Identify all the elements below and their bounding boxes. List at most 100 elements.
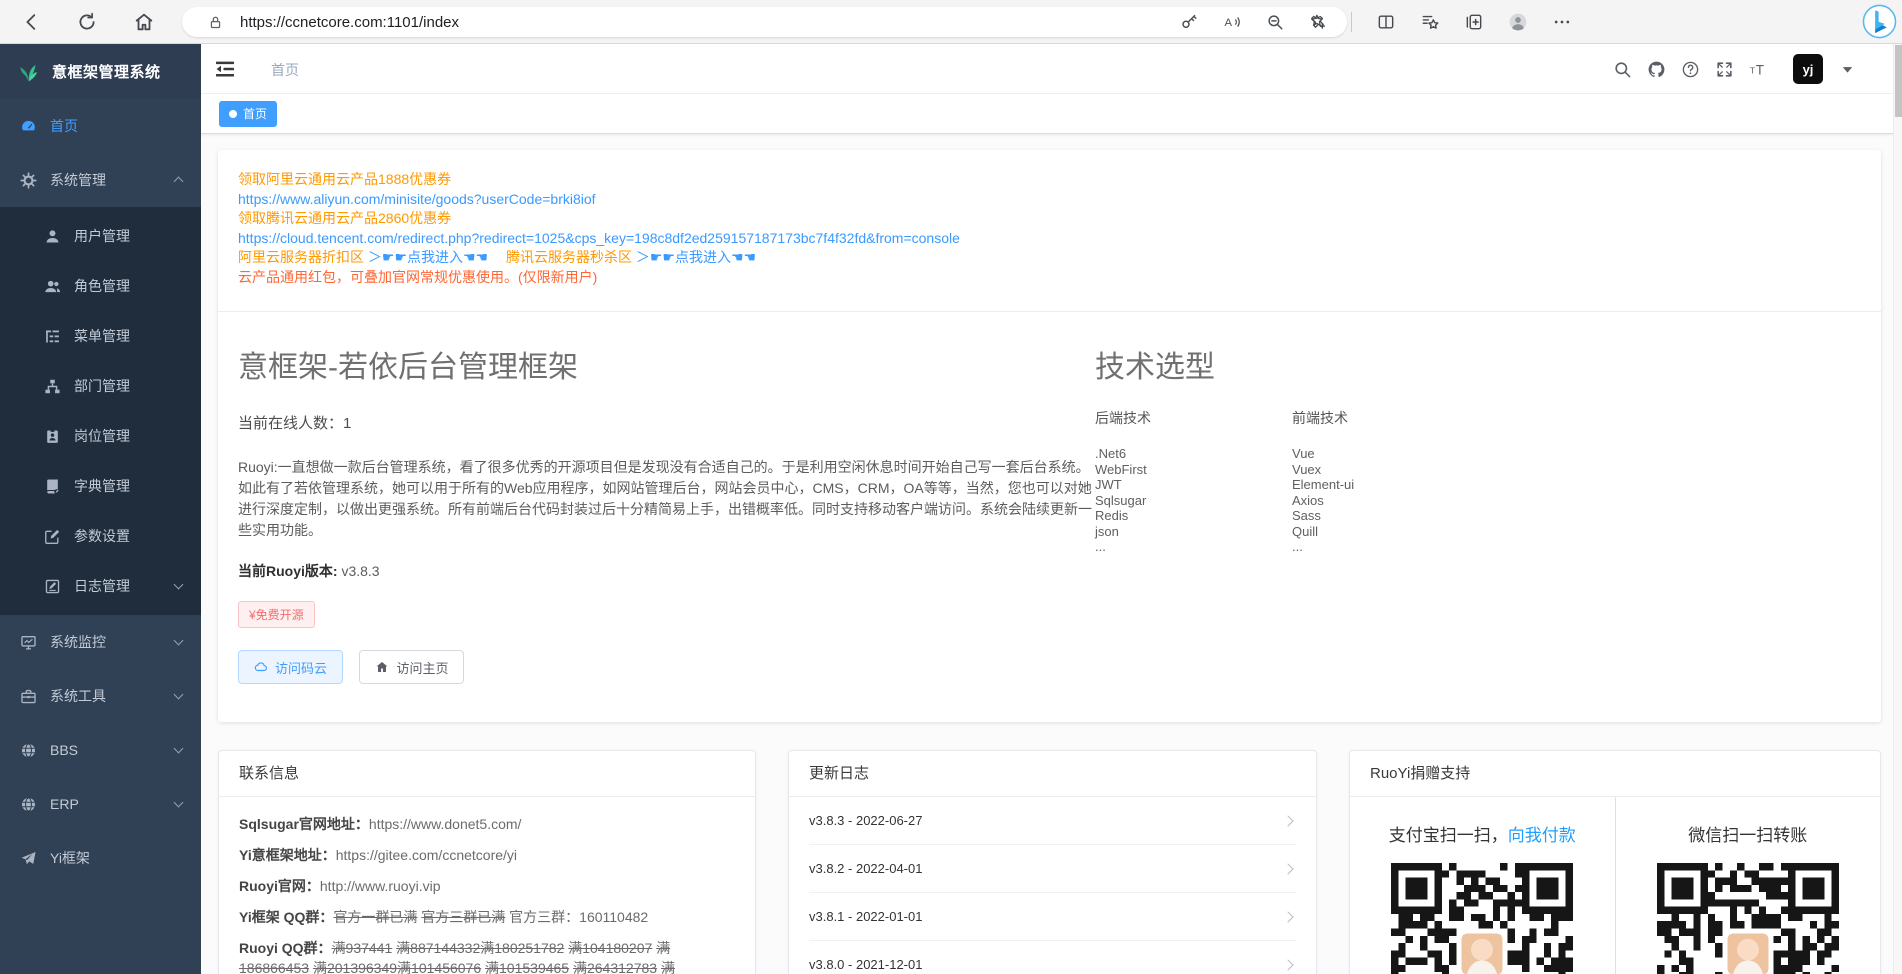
chevron-down-icon (174, 798, 184, 808)
visit-gitee-label: 访问码云 (275, 658, 327, 677)
sidebar-item-param-settings[interactable]: 参数设置 (0, 511, 201, 561)
key-icon[interactable] (1180, 13, 1198, 31)
sidebar: 意框架管理系统 首页系统管理用户管理角色管理菜单管理部门管理岗位管理字典管理参数… (0, 44, 201, 974)
sidebar-fold-icon[interactable] (213, 57, 237, 81)
sidebar-item-system-tools[interactable]: 系统工具 (0, 669, 201, 723)
contact-row: Sqlsugar官网地址：https://www.donet5.com/ (239, 814, 735, 834)
wechat-panel: 微信扫一扫转账 (1616, 797, 1881, 974)
alipay-title-prefix: 支付宝扫一扫， (1389, 826, 1508, 845)
alipay-qr-code (1391, 863, 1573, 974)
svg-text:A: A (1225, 17, 1233, 29)
notice-link[interactable]: ＞☛☛点我进入☚☚ (636, 249, 756, 265)
tab-home[interactable]: 首页 (219, 101, 277, 127)
read-aloud-icon[interactable]: A (1223, 13, 1241, 31)
contact-value: http://www.ruoyi.vip (320, 878, 441, 894)
edit-icon (44, 528, 61, 545)
user-avatar[interactable]: yj (1793, 54, 1823, 84)
visit-gitee-button[interactable]: 访问码云 (238, 650, 343, 684)
sidebar-item-label: 角色管理 (74, 276, 130, 296)
sidebar-item-menu-manage[interactable]: 菜单管理 (0, 311, 201, 361)
version-value: v3.8.3 (341, 563, 379, 579)
contact-value: https://www.donet5.com/ (369, 816, 522, 832)
lock-icon[interactable] (208, 15, 223, 30)
notice-link[interactable]: ＞☛☛点我进入☚☚ (368, 249, 488, 265)
extensions-icon[interactable] (1307, 12, 1327, 32)
backend-tech-column: 后端技术 .Net6WebFirstJWTSqlsugarRedisjson..… (1095, 408, 1292, 555)
sidebar-item-post-manage[interactable]: 岗位管理 (0, 411, 201, 461)
collections-icon[interactable] (1464, 12, 1484, 32)
contact-value: 官方三群：160110482 (505, 909, 648, 925)
alipay-pay-link[interactable]: 向我付款 (1508, 826, 1576, 845)
backend-tech-item: .Net6 (1095, 446, 1292, 462)
page-content: 领取阿里云通用云产品1888优惠券https://www.aliyun.com/… (201, 134, 1893, 974)
alipay-title: 支付宝扫一扫，向我付款 (1350, 821, 1615, 846)
changelog-row[interactable]: v3.8.0 - 2021-12-01 (809, 941, 1296, 974)
sidebar-item-user-manage[interactable]: 用户管理 (0, 211, 201, 261)
alipay-panel: 支付宝扫一扫，向我付款 (1350, 797, 1616, 974)
browser-home-icon[interactable] (133, 11, 155, 33)
sidebar-item-system-manage[interactable]: 系统管理 (0, 153, 201, 207)
changelog-row[interactable]: v3.8.1 - 2022-01-01 (809, 893, 1296, 941)
browser-scrollbar[interactable] (1893, 44, 1902, 974)
breadcrumb[interactable]: 首页 (271, 60, 299, 80)
frontend-tech-item: Element-ui (1292, 477, 1354, 493)
sidebar-item-label: 岗位管理 (74, 426, 130, 446)
address-bar[interactable]: https://ccnetcore.com:1101/index A (182, 7, 1347, 37)
changelog-row[interactable]: v3.8.3 - 2022-06-27 (809, 797, 1296, 845)
notice-line[interactable]: https://www.aliyun.com/minisite/goods?us… (238, 190, 1851, 210)
sidebar-item-role-manage[interactable]: 角色管理 (0, 261, 201, 311)
sidebar-item-yi-framework[interactable]: Yi框架 (0, 831, 201, 885)
notice-line[interactable]: https://cloud.tencent.com/redirect.php?r… (238, 229, 1851, 249)
app-header: 首页 TT yj (201, 44, 1893, 94)
frontend-tech-item: ... (1292, 539, 1354, 555)
contact-value-struck: 满101456076 (397, 960, 481, 974)
visit-homepage-button[interactable]: 访问主页 (359, 650, 464, 684)
hero-buttons: 访问码云 访问主页 (238, 650, 1841, 684)
zoom-out-icon[interactable] (1266, 13, 1284, 31)
app-logo[interactable]: 意框架管理系统 (0, 44, 201, 99)
favorites-icon[interactable] (1420, 12, 1440, 32)
browser-refresh-icon[interactable] (76, 11, 98, 33)
search-icon[interactable] (1613, 60, 1632, 79)
notice-line: 领取腾讯云通用云产品2860优惠券 (238, 209, 1851, 229)
user-icon (44, 228, 61, 245)
scrollbar-thumb[interactable] (1895, 45, 1902, 117)
org-tree-icon (44, 378, 61, 395)
sidebar-item-label: 参数设置 (74, 526, 130, 546)
changelog-row[interactable]: v3.8.2 - 2022-04-01 (809, 845, 1296, 893)
caret-down-icon[interactable] (1838, 60, 1857, 79)
contact-value-struck: 满887144332 (396, 940, 480, 956)
monitor-icon (20, 634, 37, 651)
sidebar-item-label: 系统监控 (50, 632, 106, 652)
sidebar-item-system-monitor[interactable]: 系统监控 (0, 615, 201, 669)
svg-text:T: T (1750, 65, 1756, 75)
profile-icon[interactable] (1508, 12, 1528, 32)
visit-homepage-label: 访问主页 (396, 658, 448, 677)
split-screen-icon[interactable] (1376, 12, 1396, 32)
url-text[interactable]: https://ccnetcore.com:1101/index (240, 14, 1180, 31)
chevron-down-icon (174, 636, 184, 646)
more-icon[interactable] (1552, 12, 1572, 32)
sidebar-item-bbs[interactable]: BBS (0, 723, 201, 777)
backend-tech-item: Sqlsugar (1095, 493, 1292, 509)
contact-value-struck: 满101539465 (485, 960, 569, 974)
fullscreen-icon[interactable] (1715, 60, 1734, 79)
contact-value-struck: 满201396349 (313, 960, 397, 974)
frontend-tech-column: 前端技术 VueVuexElement-uiAxiosSassQuill... (1292, 408, 1354, 555)
notice-text: 阿里云服务器折扣区 (238, 249, 368, 265)
version-label: 当前Ruoyi版本: (238, 563, 338, 579)
sidebar-item-dept-manage[interactable]: 部门管理 (0, 361, 201, 411)
sidebar-item-label: 首页 (50, 116, 78, 136)
sidebar-item-dict-manage[interactable]: 字典管理 (0, 461, 201, 511)
sidebar-item-erp[interactable]: ERP (0, 777, 201, 831)
sidebar-item-home[interactable]: 首页 (0, 99, 201, 153)
bing-copilot-icon[interactable] (1862, 4, 1897, 39)
github-icon[interactable] (1647, 60, 1666, 79)
contact-row-label: Ruoyi官网： (239, 878, 320, 894)
sidebar-item-log-manage[interactable]: 日志管理 (0, 561, 201, 611)
font-size-icon[interactable]: TT (1749, 60, 1768, 79)
browser-back-icon[interactable] (21, 11, 43, 33)
changelog-version-label: v3.8.2 - 2022-04-01 (809, 861, 922, 876)
cloud-icon (254, 660, 268, 674)
question-icon[interactable] (1681, 60, 1700, 79)
